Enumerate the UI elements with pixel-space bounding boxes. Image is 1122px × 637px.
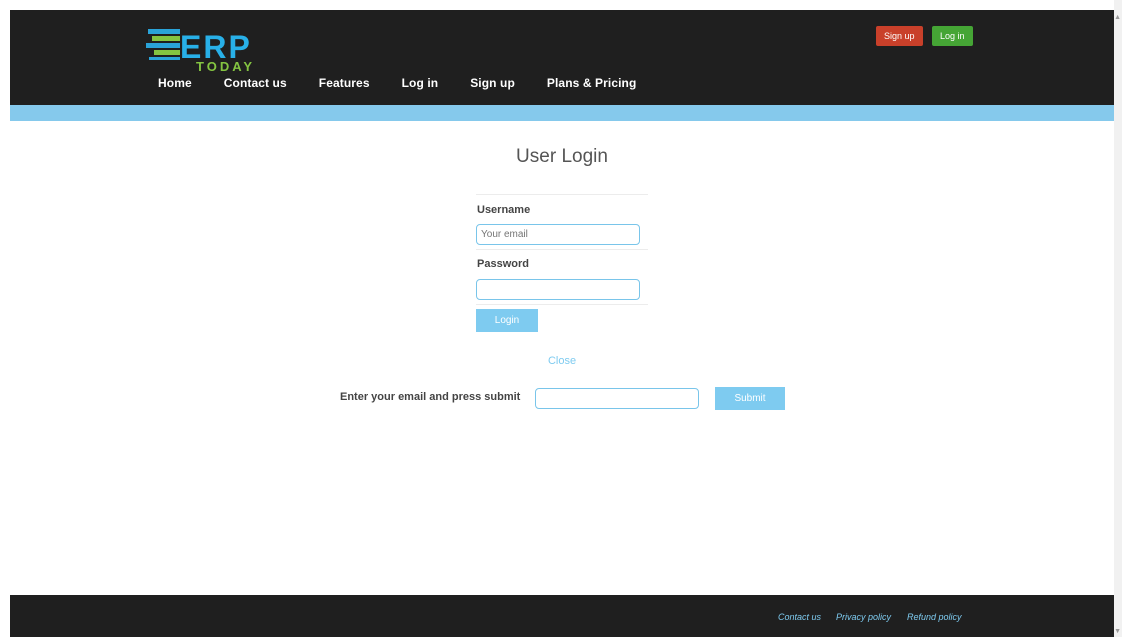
footer-privacy-policy-link[interactable]: Privacy policy [836,612,891,622]
page-frame: ERP TODAY Sign up Log in Home Contact us… [0,0,1122,637]
nav-contact-us[interactable]: Contact us [224,76,287,90]
scroll-down-arrow-icon[interactable]: ▼ [1114,628,1121,635]
nav-plans-pricing[interactable]: Plans & Pricing [547,76,637,90]
header-blue-strip [10,105,1114,121]
footer-refund-policy-link[interactable]: Refund policy [907,612,962,622]
erp-today-logo[interactable]: ERP TODAY [146,26,296,74]
main-nav: Home Contact us Features Log in Sign up … [158,76,668,90]
nav-sign-up[interactable]: Sign up [470,76,515,90]
form-divider [476,304,648,305]
nav-features[interactable]: Features [319,76,370,90]
submit-button[interactable]: Submit [715,387,785,410]
header-login-button[interactable]: Log in [932,26,973,46]
username-label: Username [477,204,531,216]
site-footer: Contact us Privacy policy Refund policy [10,595,1114,637]
form-divider [476,249,648,250]
header-signup-button[interactable]: Sign up [876,26,923,46]
scroll-up-arrow-icon[interactable]: ▲ [1114,14,1121,21]
svg-text:TODAY: TODAY [196,59,255,74]
password-input[interactable] [476,279,640,300]
form-divider [476,194,648,195]
site-header: ERP TODAY Sign up Log in Home Contact us… [10,10,1114,105]
page-title: User Login [516,146,608,167]
reset-email-input[interactable] [535,388,699,409]
password-label: Password [477,258,529,270]
login-button[interactable]: Login [476,309,538,332]
vertical-scrollbar[interactable]: ▲ ▼ [1114,0,1122,637]
nav-home[interactable]: Home [158,76,192,90]
nav-log-in[interactable]: Log in [402,76,439,90]
footer-contact-us-link[interactable]: Contact us [778,612,821,622]
window-left-edge [0,0,10,637]
reset-email-label: Enter your email and press submit [340,391,521,403]
username-input[interactable] [476,224,640,245]
close-link[interactable]: Close [10,355,1114,367]
